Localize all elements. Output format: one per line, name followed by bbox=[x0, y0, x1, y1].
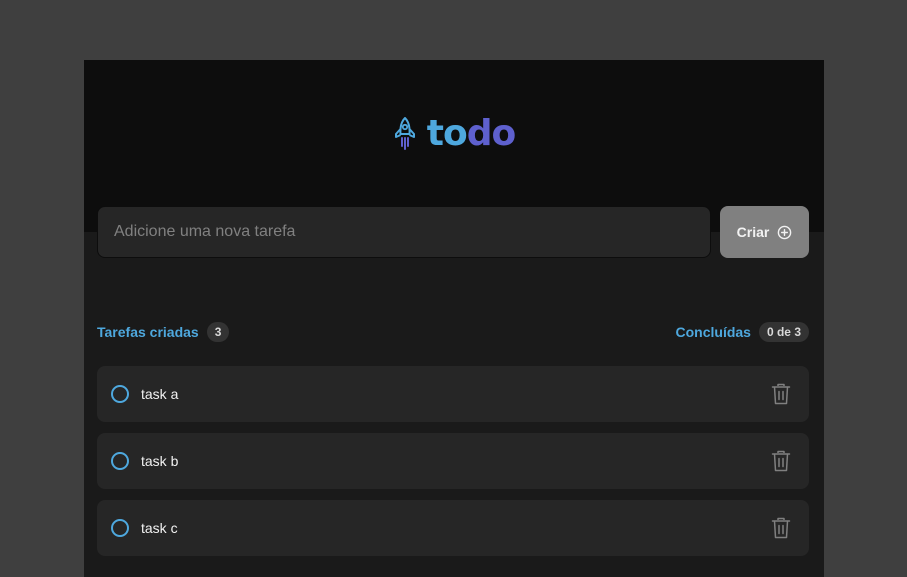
delete-task-button[interactable] bbox=[769, 382, 793, 406]
task-text: task b bbox=[141, 453, 179, 469]
trash-icon bbox=[771, 383, 791, 405]
delete-task-button[interactable] bbox=[769, 449, 793, 473]
created-label: Tarefas criadas bbox=[97, 324, 199, 340]
delete-task-button[interactable] bbox=[769, 516, 793, 540]
trash-icon bbox=[771, 517, 791, 539]
logo-text: todo bbox=[426, 110, 517, 158]
trash-icon bbox=[771, 450, 791, 472]
task-summary: Tarefas criadas 3 Concluídas 0 de 3 bbox=[97, 322, 809, 342]
create-task-button[interactable]: Criar bbox=[720, 206, 809, 258]
logo: todo bbox=[84, 110, 824, 158]
create-task-label: Criar bbox=[736, 224, 770, 240]
plus-circle-icon bbox=[778, 225, 792, 239]
logo-text-to: to bbox=[426, 113, 468, 154]
task-checkbox[interactable] bbox=[111, 519, 129, 537]
new-task-input[interactable] bbox=[97, 206, 711, 258]
task-item: task a bbox=[97, 366, 809, 422]
todo-app: todo Criar Tarefas criadas 3 Concluídas … bbox=[84, 60, 824, 577]
task-checkbox[interactable] bbox=[111, 385, 129, 403]
task-text: task a bbox=[141, 386, 179, 402]
done-summary: Concluídas 0 de 3 bbox=[675, 322, 809, 342]
task-list: task a task b task c bbox=[97, 366, 809, 567]
created-summary: Tarefas criadas 3 bbox=[97, 322, 230, 342]
rocket-icon bbox=[394, 117, 415, 150]
task-item: task b bbox=[97, 433, 809, 489]
task-item: task c bbox=[97, 500, 809, 556]
done-count-badge: 0 de 3 bbox=[758, 322, 809, 342]
task-text: task c bbox=[141, 520, 178, 536]
done-label: Concluídas bbox=[675, 324, 751, 340]
created-count-badge: 3 bbox=[206, 322, 230, 342]
new-task-form: Criar bbox=[97, 206, 809, 258]
task-checkbox[interactable] bbox=[111, 452, 129, 470]
logo-text-do: do bbox=[466, 113, 517, 154]
